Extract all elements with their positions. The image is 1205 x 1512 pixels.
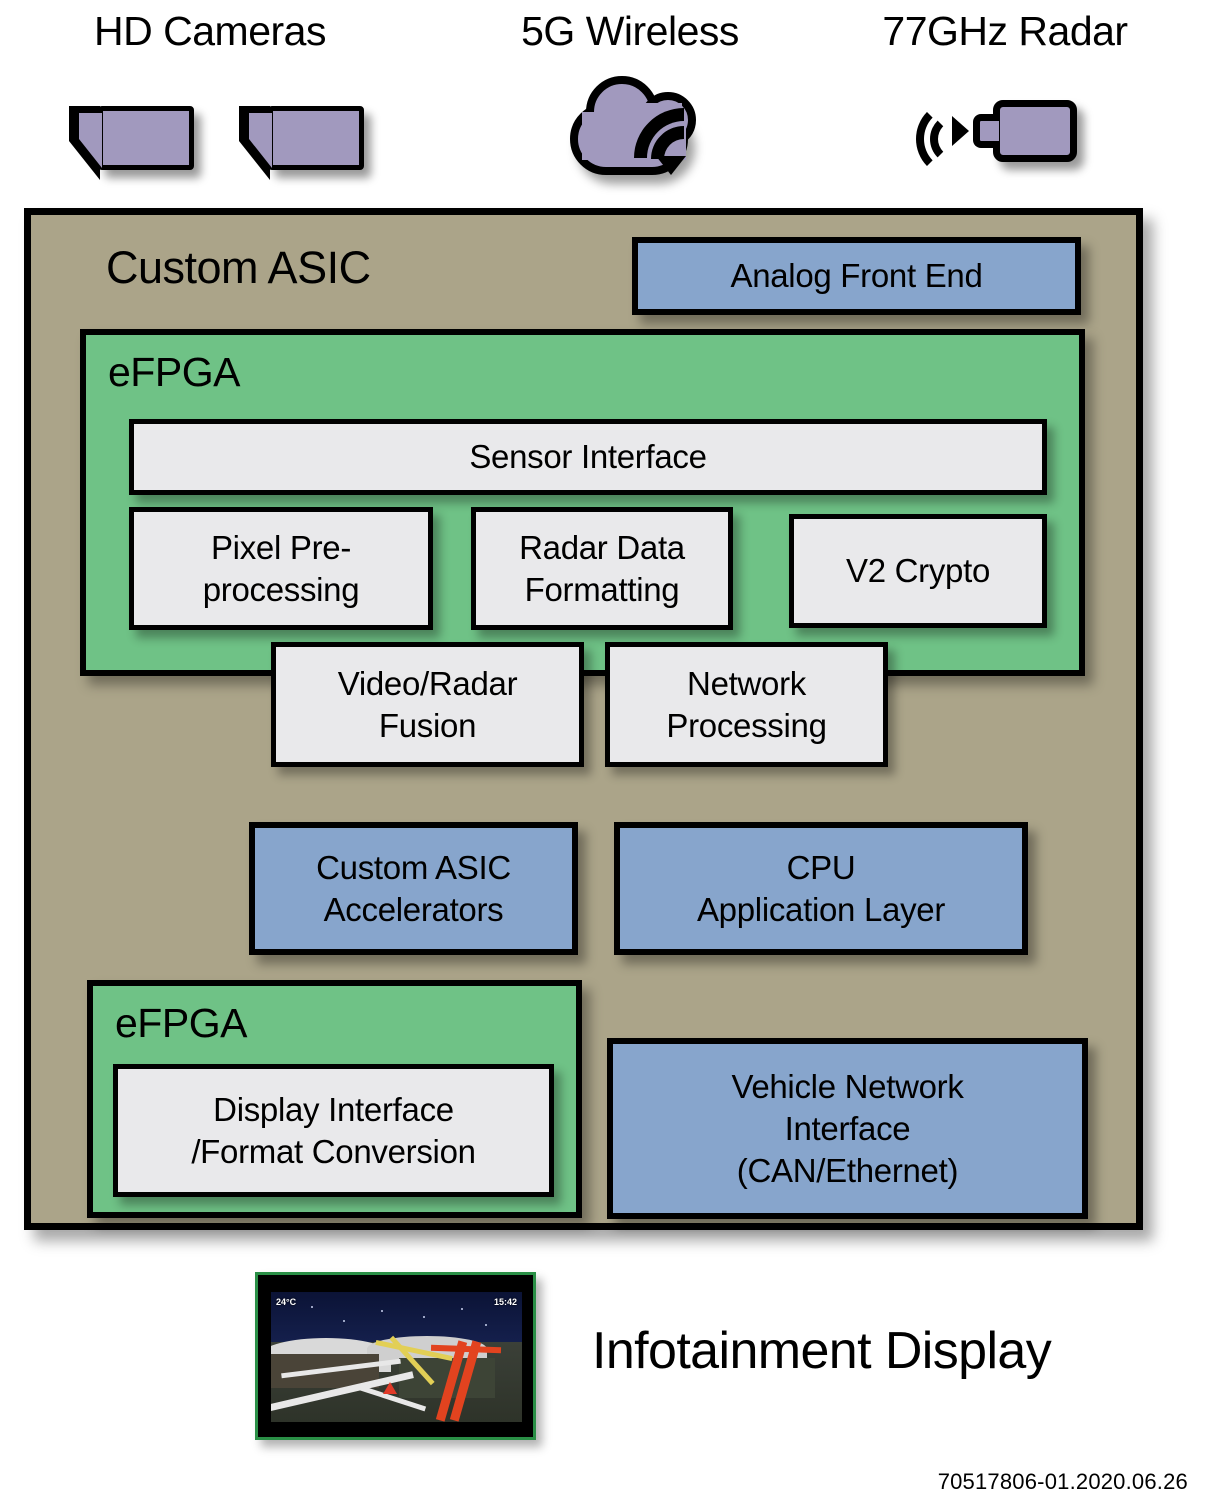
osd-temperature: 24°C xyxy=(276,1297,297,1307)
osd-time: 15:42 xyxy=(493,1297,517,1307)
footer-document-id: 70517806-01.2020.06.26 xyxy=(937,1469,1188,1494)
network-processing-block[interactable]: Network Processing xyxy=(605,642,888,767)
position-marker xyxy=(383,1382,397,1394)
radar-data-formatting-block[interactable]: Radar Data Formatting xyxy=(471,507,733,630)
map-sky xyxy=(271,1292,522,1344)
efpga-top-title: eFPGA xyxy=(108,349,240,395)
sensor-row: HD Cameras 5G Wireless 77GHz Radar xyxy=(0,0,1205,229)
pixel-preprocessing-block[interactable]: Pixel Pre- processing xyxy=(129,507,433,630)
sensor-label-77ghz-radar: 77GHz Radar xyxy=(882,8,1128,54)
analog-front-end-block[interactable]: Analog Front End xyxy=(632,237,1081,315)
efpga-bottom-container: eFPGA Display Interface /Format Conversi… xyxy=(87,980,582,1218)
asic-title: Custom ASIC xyxy=(106,242,371,293)
infotainment-screen[interactable]: 24°C 15:42 xyxy=(255,1272,536,1440)
video-radar-fusion-block[interactable]: Video/Radar Fusion xyxy=(271,642,584,767)
cpu-application-layer-block[interactable]: CPU Application Layer xyxy=(614,822,1028,955)
sensor-label-5g-wireless: 5G Wireless xyxy=(521,8,739,54)
navigation-map: 24°C 15:42 xyxy=(271,1292,522,1422)
infotainment-display-label: Infotainment Display xyxy=(592,1322,1052,1380)
sensor-label-hd-cameras: HD Cameras xyxy=(94,8,326,54)
efpga-top-container: eFPGA Sensor Interface Pixel Pre- proces… xyxy=(80,329,1085,767)
v2-crypto-block[interactable]: V2 Crypto xyxy=(789,514,1047,628)
display-interface-format-conversion-block[interactable]: Display Interface /Format Conversion xyxy=(113,1064,554,1197)
sensor-interface-block[interactable]: Sensor Interface xyxy=(129,419,1047,495)
efpga-bottom-title: eFPGA xyxy=(115,1000,247,1046)
custom-asic-container: Custom ASIC Analog Front End eFPGA Senso… xyxy=(24,208,1143,1230)
custom-asic-accelerators-block[interactable]: Custom ASIC Accelerators xyxy=(249,822,578,955)
vehicle-network-interface-block[interactable]: Vehicle Network Interface (CAN/Ethernet) xyxy=(607,1038,1088,1219)
